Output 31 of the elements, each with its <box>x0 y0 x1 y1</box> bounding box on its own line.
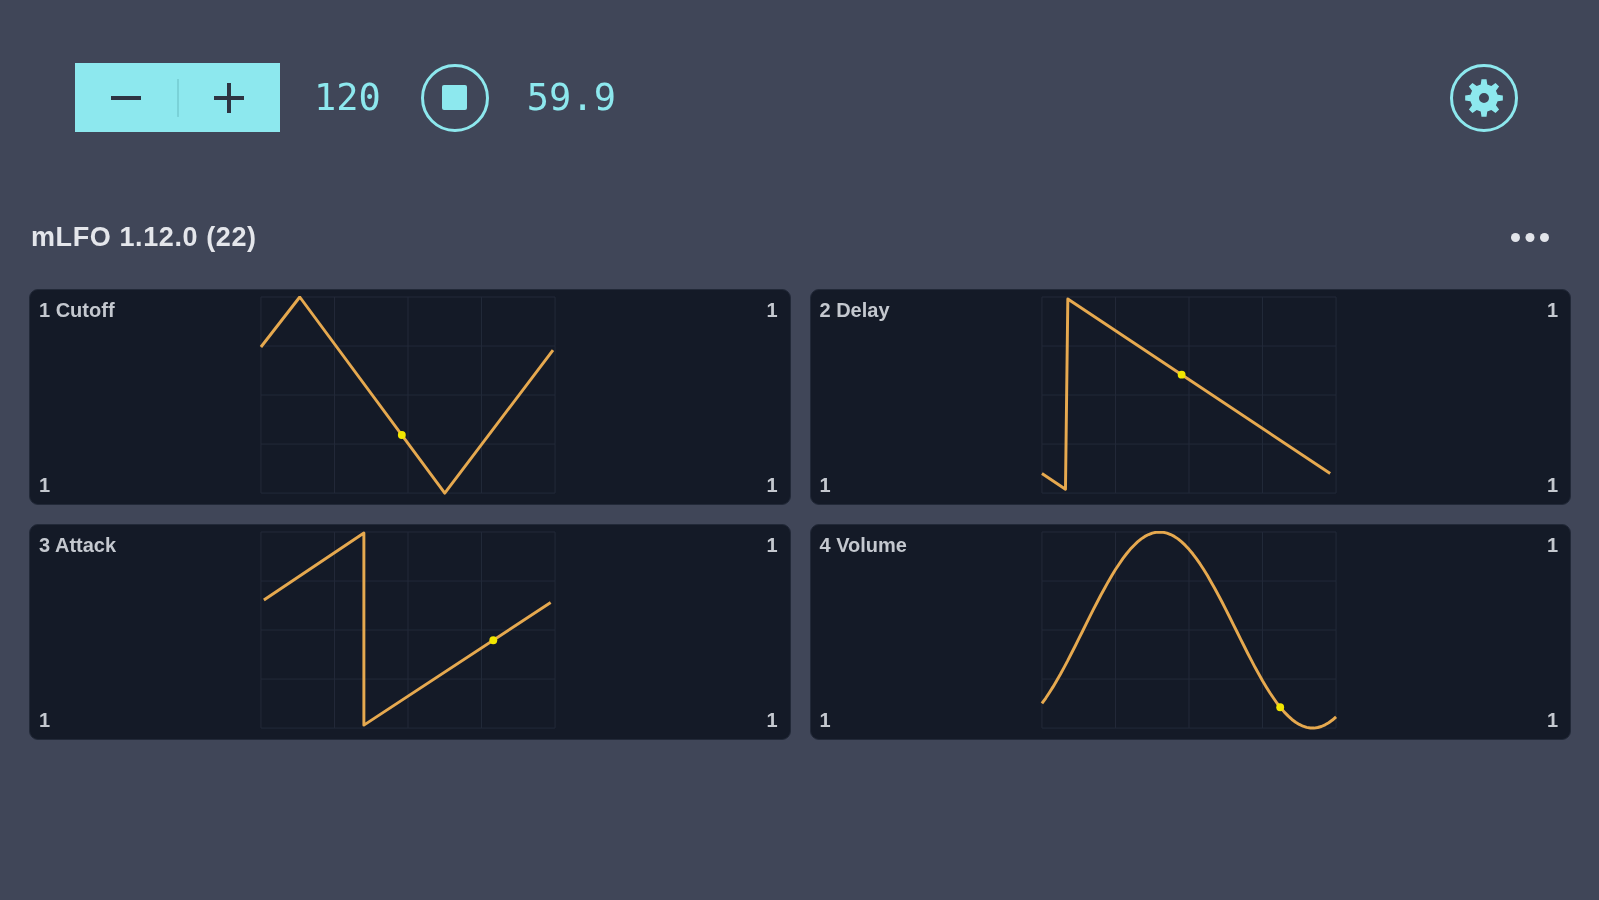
increment-button[interactable] <box>177 63 280 132</box>
corner-value: 1 <box>819 709 831 731</box>
app-title: mLFO 1.12.0 (22) <box>31 221 257 253</box>
settings-button[interactable] <box>1450 63 1518 132</box>
position-dot-icon <box>489 636 498 645</box>
position-dot-icon <box>1177 370 1186 379</box>
corner-value: 1 <box>819 474 831 496</box>
corner-value: 1 <box>39 709 51 731</box>
corner-value: 1 <box>766 299 778 321</box>
lfo-label: 4 Volume <box>819 534 907 556</box>
corner-value: 1 <box>1546 474 1558 496</box>
corner-value: 1 <box>766 474 778 496</box>
corner-value: 1 <box>1546 299 1558 321</box>
corner-value: 1 <box>1546 709 1558 731</box>
readout-value: 59.9 <box>526 79 616 116</box>
corner-value: 1 <box>766 534 778 556</box>
lfo-label: 2 Delay <box>819 299 890 321</box>
minus-icon <box>111 95 141 100</box>
settings-icon <box>1465 78 1503 117</box>
tempo-value: 120 <box>314 79 381 116</box>
stop-button[interactable] <box>420 63 489 132</box>
corner-value: 1 <box>39 474 51 496</box>
corner-value: 1 <box>766 709 778 731</box>
stop-icon <box>442 85 468 110</box>
corner-value: 1 <box>1546 534 1558 556</box>
position-dot-icon <box>1276 703 1284 712</box>
lfo-label: 3 Attack <box>39 534 117 556</box>
more-icon <box>1511 232 1549 242</box>
plus-icon <box>213 82 244 113</box>
lfo-label: 1 Cutoff <box>39 299 115 321</box>
position-dot-icon <box>398 431 406 439</box>
